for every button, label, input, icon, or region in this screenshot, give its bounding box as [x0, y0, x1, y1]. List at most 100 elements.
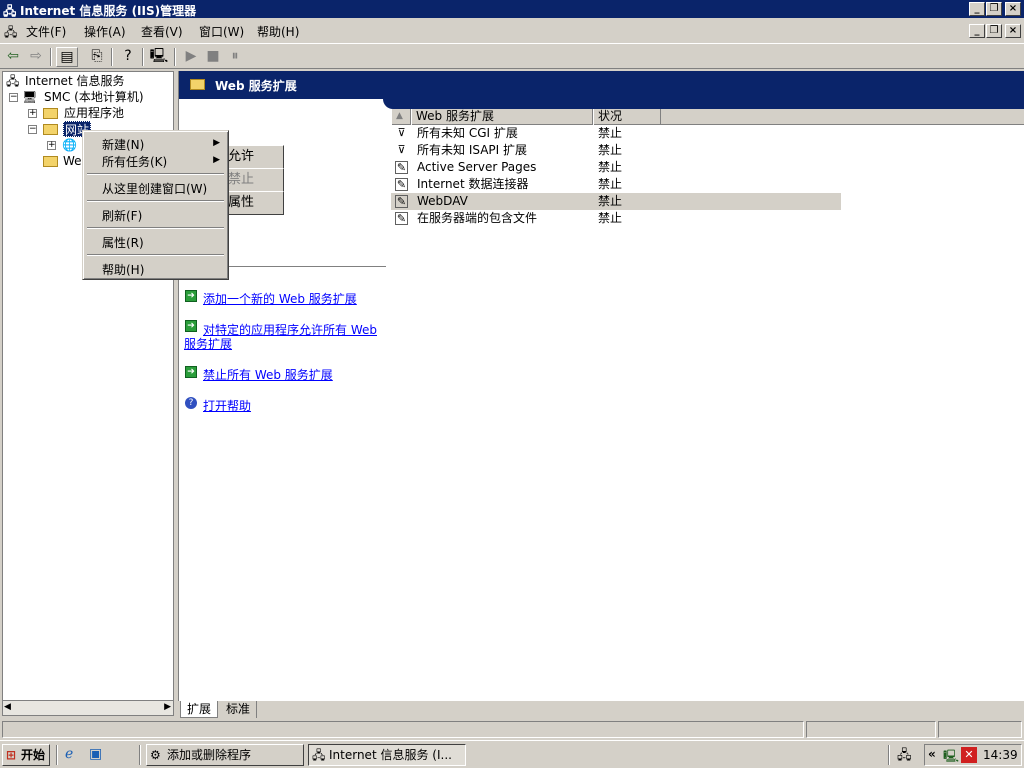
context-menu-properties[interactable]: 属性(R): [102, 234, 144, 251]
list-item-status: 禁止: [598, 143, 623, 157]
security-shield-icon[interactable]: ✕: [961, 747, 977, 763]
menu-action[interactable]: 操作(A): [84, 23, 126, 40]
ie-icon[interactable]: ℯ: [65, 746, 73, 762]
submenu-arrow-icon: ▶: [213, 138, 220, 148]
task-arrow-icon: ➔: [185, 290, 197, 302]
minimize-button[interactable]: _: [969, 2, 985, 16]
taskbar: ⊞ 开始 ℯ ▣ ⚙ 添加或删除程序 🖧 Internet 信息服务 (I...…: [0, 740, 1024, 768]
list-item-name: WebDAV: [417, 194, 468, 208]
status-panel: [806, 721, 936, 738]
iis-app-icon: 🖧: [312, 748, 326, 762]
collapse-icon[interactable]: −: [9, 93, 18, 102]
column-header-extension[interactable]: Web 服务扩展: [411, 109, 593, 125]
tree-horizontal-scrollbar[interactable]: ◀ ▶: [2, 700, 174, 716]
clock[interactable]: 14:39: [983, 748, 1018, 762]
list-item-name: 在服务器端的包含文件: [417, 211, 538, 225]
taskbar-item-iis[interactable]: 🖧 Internet 信息服务 (I...: [308, 744, 466, 766]
context-menu-help[interactable]: 帮助(H): [102, 261, 144, 278]
child-close-button[interactable]: ×: [1005, 24, 1021, 38]
show-hidden-icons-chevron[interactable]: «: [928, 747, 936, 761]
add-extension-link[interactable]: 添加一个新的 Web 服务扩展: [203, 290, 357, 307]
tab-standard[interactable]: 标准: [220, 701, 258, 718]
forward-icon[interactable]: ⇨: [25, 47, 47, 67]
extension-icon: ✎: [395, 161, 408, 174]
close-button[interactable]: ×: [1005, 2, 1021, 16]
menu-view[interactable]: 查看(V): [141, 23, 183, 40]
network-tray-icon[interactable]: 🖧: [897, 746, 912, 768]
menu-window[interactable]: 窗口(W): [199, 23, 244, 40]
show-hide-tree-icon[interactable]: ▤: [56, 47, 78, 67]
extension-icon: ✎: [395, 212, 408, 225]
taskbar-item-label: Internet 信息服务 (I...: [329, 748, 452, 762]
context-menu-new-window[interactable]: 从这里创建窗口(W): [102, 180, 207, 197]
restore-button[interactable]: ❐: [986, 2, 1002, 16]
allow-button[interactable]: 允许: [221, 145, 284, 169]
list-item[interactable]: ✎ Active Server Pages 禁止: [391, 159, 841, 176]
system-tray: « 🖳 ✕ 14:39: [924, 744, 1022, 766]
details-header: Web 服务扩展: [179, 71, 1024, 99]
menu-help[interactable]: 帮助(H): [257, 23, 299, 40]
toolbar-separator: [111, 48, 113, 66]
tree-root-icon: 🖧: [6, 74, 20, 88]
list-item[interactable]: ⊽ 所有未知 CGI 扩展 禁止: [391, 125, 841, 142]
list-header: ▲ Web 服务扩展 状况: [391, 109, 1024, 125]
back-icon[interactable]: ⇦: [2, 47, 24, 67]
menu-file[interactable]: 文件(F): [26, 23, 66, 40]
task-arrow-icon: ➔: [185, 320, 197, 332]
tree-item-iis-root[interactable]: Internet 信息服务: [25, 73, 124, 89]
tree-item-computer[interactable]: SMC (本地计算机): [44, 89, 144, 105]
menu-bar: 🖧 文件(F) 操作(A) 查看(V) 窗口(W) 帮助(H) _ ❐ ×: [0, 20, 1024, 42]
open-help-link[interactable]: 打开帮助: [203, 397, 251, 414]
details-pane: Web 服务扩展 允许 禁止 属性 ➔ 添加一个新的 Web 服务扩展 ➔ 对特…: [178, 71, 1024, 701]
context-menu-all-tasks[interactable]: 所有任务(K): [102, 153, 167, 170]
scroll-left-icon[interactable]: ◀: [4, 702, 11, 712]
menu-separator: [87, 173, 224, 175]
status-panel: [938, 721, 1022, 738]
list-item[interactable]: ⊽ 所有未知 ISAPI 扩展 禁止: [391, 142, 841, 159]
windows-logo-icon: ⊞: [6, 748, 17, 762]
computer-icon[interactable]: 🖳: [148, 47, 170, 67]
allow-app-link-cont[interactable]: 服务扩展: [184, 335, 232, 352]
child-restore-button[interactable]: ❐: [986, 24, 1002, 38]
collapse-icon[interactable]: −: [28, 125, 37, 134]
scroll-right-icon[interactable]: ▶: [164, 702, 171, 712]
properties-button[interactable]: 属性: [221, 191, 284, 215]
menu-separator: [87, 254, 224, 256]
window-title: Internet 信息服务 (IIS)管理器: [20, 4, 197, 18]
tab-extended[interactable]: 扩展: [180, 701, 219, 718]
connection-tray-icon[interactable]: 🖳: [943, 747, 959, 768]
tree-item-app-pools[interactable]: 应用程序池: [64, 105, 124, 121]
column-header-status[interactable]: 状况: [593, 109, 661, 125]
list-item-name: 所有未知 CGI 扩展: [417, 126, 518, 140]
prohibit-button[interactable]: 禁止: [221, 168, 284, 192]
export-list-icon[interactable]: ⎘: [86, 47, 108, 67]
start-button[interactable]: ⊞ 开始: [2, 744, 50, 766]
child-minimize-button[interactable]: _: [969, 24, 985, 38]
tray-separator: [888, 745, 890, 765]
explorer-icon[interactable]: ▣: [89, 746, 102, 762]
list-item[interactable]: ✎ Internet 数据连接器 禁止: [391, 176, 841, 193]
taskbar-item-add-remove[interactable]: ⚙ 添加或删除程序: [146, 744, 304, 766]
context-menu-new[interactable]: 新建(N): [102, 136, 144, 153]
folder-icon: [43, 108, 58, 119]
pause-icon[interactable]: ⏸: [224, 47, 246, 67]
start-label: 开始: [21, 748, 46, 762]
list-item[interactable]: ✎ 在服务器端的包含文件 禁止: [391, 210, 841, 227]
list-item-name: 所有未知 ISAPI 扩展: [417, 143, 527, 157]
filter-icon: ⊽: [397, 143, 406, 156]
list-item-selected[interactable]: ✎ WebDAV 禁止: [391, 193, 841, 210]
stop-icon[interactable]: ■: [202, 47, 224, 67]
folder-icon: [43, 124, 58, 135]
expand-icon[interactable]: +: [28, 109, 37, 118]
help-icon[interactable]: ?: [117, 47, 139, 67]
prohibit-all-link[interactable]: 禁止所有 Web 服务扩展: [203, 366, 333, 383]
task-arrow-icon: ➔: [185, 366, 197, 378]
start-icon[interactable]: ▶: [180, 47, 202, 67]
sort-up-icon[interactable]: ▲: [391, 109, 411, 125]
expand-icon[interactable]: +: [47, 141, 56, 150]
status-bar: [0, 719, 1024, 739]
menu-separator: [87, 200, 224, 202]
title-bar: 🖧 Internet 信息服务 (IIS)管理器 _ ❐ ×: [0, 0, 1024, 18]
context-menu-refresh[interactable]: 刷新(F): [102, 207, 142, 224]
extension-icon: ✎: [395, 178, 408, 191]
